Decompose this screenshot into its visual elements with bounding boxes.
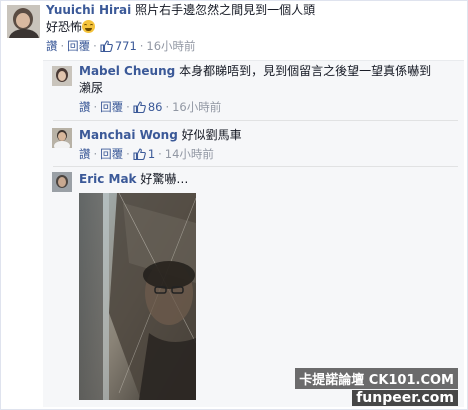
comment-time[interactable]: 16小時前 bbox=[146, 39, 195, 53]
like-count[interactable]: 86 bbox=[148, 100, 163, 114]
like-count[interactable]: 771 bbox=[115, 39, 137, 53]
comment-text-line2: 好恐怖 bbox=[46, 20, 83, 34]
divider bbox=[53, 120, 458, 121]
like-link[interactable]: 讚 bbox=[79, 100, 91, 114]
watermark: 卡提諾論壇 CK101.COM funpeer.com bbox=[295, 368, 458, 406]
comment-time[interactable]: 16小時前 bbox=[172, 100, 221, 114]
like-count-icon[interactable] bbox=[133, 101, 146, 117]
comment-text: 本身都睇唔到，見到個留言之後望一望真係嚇到 bbox=[179, 64, 432, 78]
comment-text: 照片右手邊忽然之間見到一個人頭 bbox=[135, 3, 316, 17]
comment: Mabel Cheung 本身都睇唔到，見到個留言之後望一望真係嚇到 瀨尿 讚 ·… bbox=[79, 63, 459, 117]
comment: Eric Mak 好驚嚇… bbox=[79, 171, 459, 188]
like-count-icon[interactable] bbox=[133, 148, 146, 164]
comment-author[interactable]: Manchai Wong bbox=[79, 128, 178, 142]
attached-photo[interactable] bbox=[79, 193, 196, 400]
grin-emoji-icon bbox=[82, 20, 96, 33]
comment: Yuuichi Hirai 照片右手邊忽然之間見到一個人頭 好恐怖 讚 · 回覆 · 7… bbox=[46, 2, 456, 56]
watermark-line1: 卡提諾論壇 CK101.COM bbox=[295, 368, 458, 389]
comment-text: 好似劉馬車 bbox=[181, 128, 242, 142]
comment-author[interactable]: Mabel Cheung bbox=[79, 64, 175, 78]
comment-text: 好驚嚇… bbox=[140, 172, 189, 186]
watermark-line2: funpeer.com bbox=[352, 390, 458, 406]
comment-author[interactable]: Yuuichi Hirai bbox=[46, 3, 131, 17]
like-count-icon[interactable] bbox=[100, 40, 113, 56]
avatar[interactable] bbox=[52, 172, 72, 192]
like-link[interactable]: 讚 bbox=[46, 39, 58, 53]
reply-link[interactable]: 回覆 bbox=[100, 147, 123, 161]
comment: Manchai Wong 好似劉馬車 讚 · 回覆 · 1 · 14小時前 bbox=[79, 127, 459, 164]
reply-link[interactable]: 回覆 bbox=[100, 100, 123, 114]
comment-text-line2: 瀨尿 bbox=[79, 81, 104, 95]
like-link[interactable]: 讚 bbox=[79, 147, 91, 161]
avatar[interactable] bbox=[52, 128, 72, 148]
divider bbox=[53, 166, 458, 167]
avatar[interactable] bbox=[52, 66, 72, 86]
comment-time[interactable]: 14小時前 bbox=[165, 147, 214, 161]
reply-link[interactable]: 回覆 bbox=[67, 39, 90, 53]
comment-author[interactable]: Eric Mak bbox=[79, 172, 137, 186]
like-count[interactable]: 1 bbox=[148, 147, 155, 161]
avatar[interactable] bbox=[7, 5, 40, 38]
